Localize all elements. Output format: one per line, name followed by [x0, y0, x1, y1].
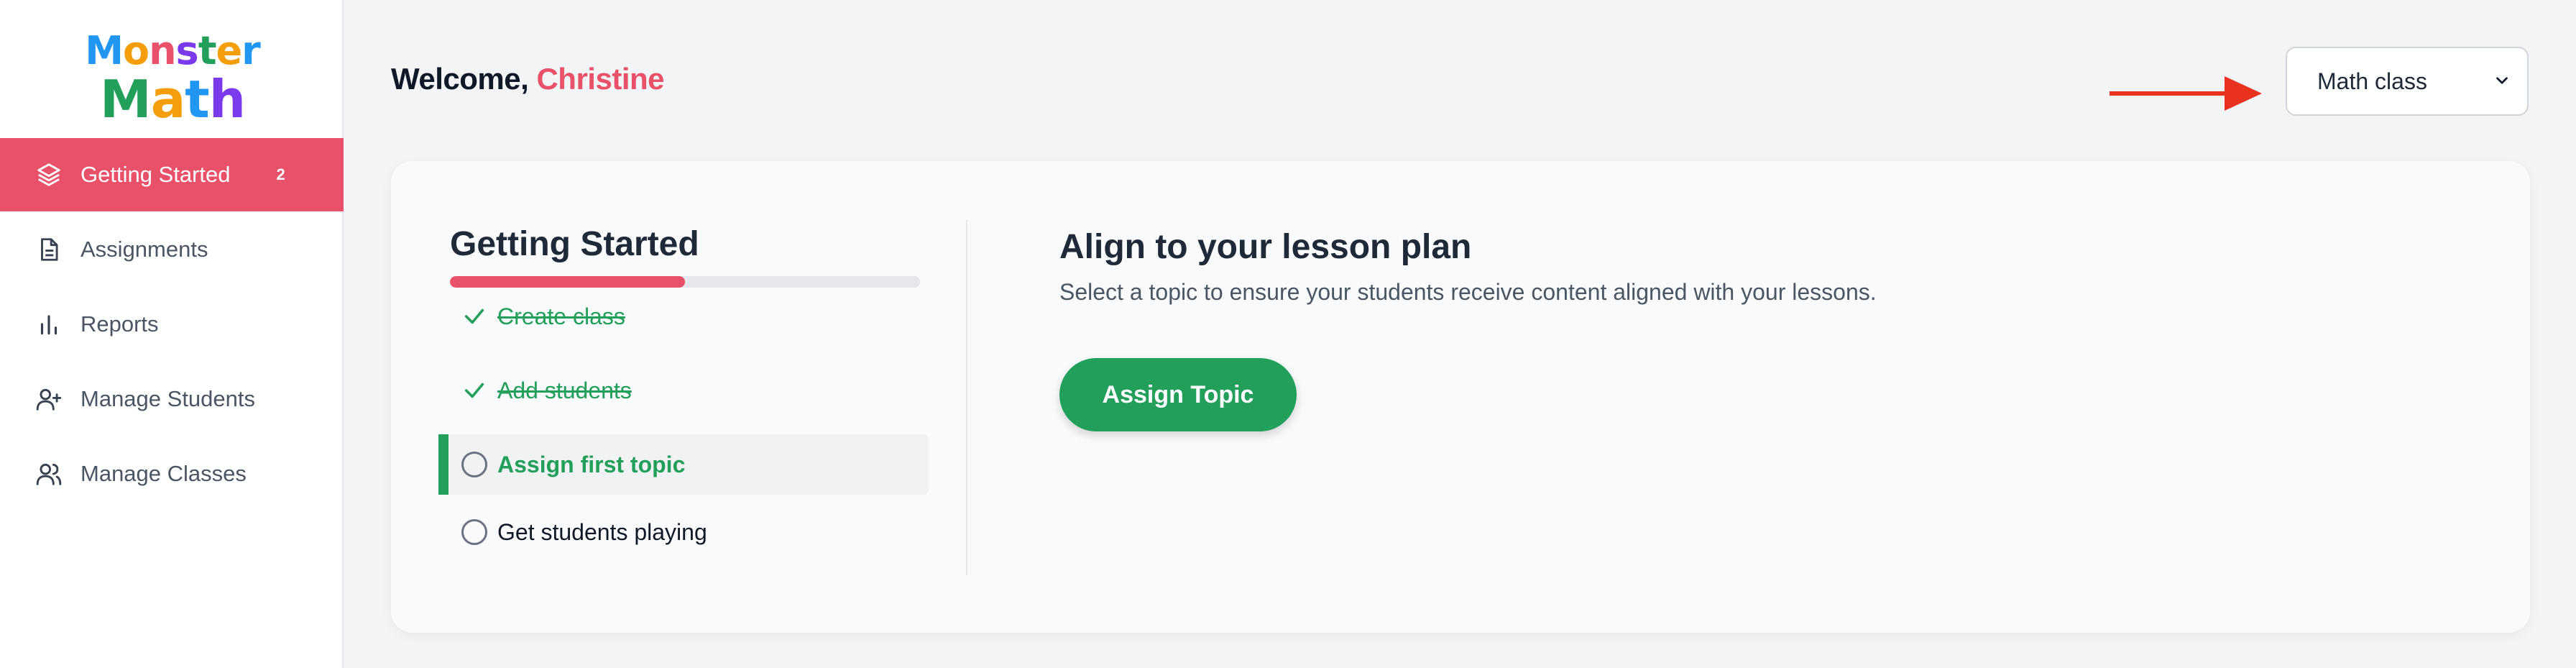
logo-line-1: Monster — [79, 29, 266, 73]
task-label: Add students — [497, 377, 632, 403]
check-icon — [459, 301, 490, 332]
logo-letter: o — [122, 28, 150, 73]
logo-letter: e — [216, 28, 243, 73]
document-icon — [34, 235, 63, 264]
layers-icon — [34, 160, 63, 189]
task-add-students[interactable]: Add students — [438, 360, 929, 421]
logo-letter: s — [175, 28, 199, 73]
welcome-prefix: Welcome, — [391, 62, 529, 96]
sidebar-nav: Getting Started 2 Assignments Reports Ma… — [0, 138, 344, 512]
getting-started-card: Getting Started Create class Add student… — [391, 161, 2530, 633]
logo-letter: t — [198, 28, 217, 73]
check-icon — [459, 375, 490, 406]
class-select-dropdown[interactable]: Math class — [2286, 47, 2529, 116]
getting-started-title: Getting Started — [450, 225, 699, 263]
sidebar-item-manage-classes[interactable]: Manage Classes — [0, 437, 344, 511]
step-title: Align to your lesson plan — [1059, 228, 1472, 266]
logo-letter: t — [185, 69, 209, 129]
users-icon — [34, 459, 63, 488]
class-select-value: Math class — [2317, 68, 2427, 94]
sidebar-item-label: Reports — [80, 311, 159, 337]
sidebar-item-getting-started[interactable]: Getting Started 2 — [0, 138, 344, 211]
logo-letter: a — [150, 69, 186, 129]
circle-icon — [459, 449, 490, 480]
annotation-arrow-icon — [2110, 76, 2262, 111]
welcome-heading: Welcome, Christine — [391, 62, 664, 96]
card-divider — [966, 220, 967, 575]
logo-letter: M — [100, 69, 152, 129]
task-create-class[interactable]: Create class — [438, 286, 929, 347]
logo-letter: h — [208, 69, 246, 129]
task-label: Assign first topic — [497, 451, 686, 477]
circle-icon — [459, 516, 490, 548]
assign-topic-button[interactable]: Assign Topic — [1059, 358, 1297, 431]
monster-math-logo[interactable]: Monster Math — [79, 29, 266, 126]
sidebar-item-manage-students[interactable]: Manage Students — [0, 362, 344, 436]
chevron-down-icon — [2496, 77, 2508, 84]
sidebar-item-label: Manage Students — [80, 386, 256, 411]
logo-letter: r — [242, 28, 261, 73]
sidebar: Monster Math Getting Started 2 Assignmen… — [0, 0, 344, 668]
step-description: Select a topic to ensure your students r… — [1059, 279, 1877, 305]
sidebar-item-label: Getting Started — [80, 162, 231, 187]
bar-chart-icon — [34, 310, 63, 339]
user-plus-icon — [34, 385, 63, 413]
logo-line-2: Math — [79, 73, 266, 125]
user-name: Christine — [536, 62, 664, 96]
task-label: Get students playing — [497, 518, 707, 545]
logo-letter: M — [85, 28, 124, 73]
sidebar-item-assignments[interactable]: Assignments — [0, 213, 344, 286]
getting-started-count-badge: 2 — [276, 165, 285, 183]
logo-letter: n — [149, 28, 176, 73]
sidebar-item-label: Assignments — [80, 237, 208, 262]
sidebar-item-reports[interactable]: Reports — [0, 288, 344, 361]
task-assign-first-topic[interactable]: Assign first topic — [438, 434, 929, 495]
sidebar-item-label: Manage Classes — [80, 461, 247, 486]
task-get-students-playing[interactable]: Get students playing — [438, 502, 929, 562]
task-label: Create class — [497, 303, 625, 329]
